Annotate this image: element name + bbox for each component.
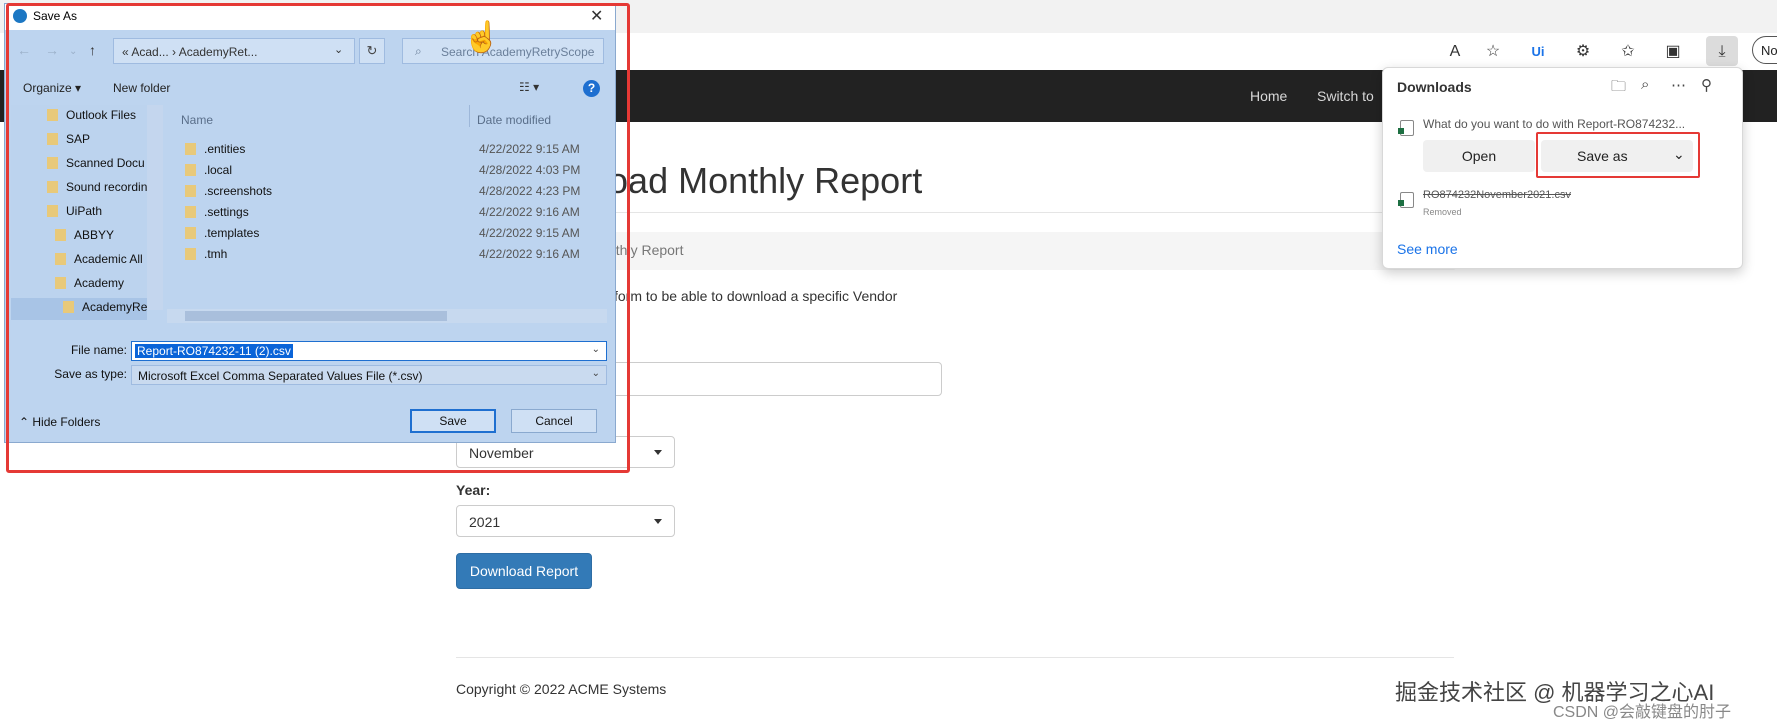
uipath-extension-icon[interactable]: Ui: [1527, 41, 1549, 63]
favorites-icon[interactable]: ✩: [1617, 41, 1639, 63]
year-label: Year:: [456, 482, 491, 498]
search-icon[interactable]: ⌕: [1641, 76, 1649, 93]
read-aloud-icon[interactable]: A: [1444, 41, 1466, 63]
downloads-flyout: Downloads 🗀 ⌕ ⋯ ⚲ What do you want to do…: [1382, 67, 1743, 269]
caret-down-icon: [654, 519, 662, 524]
downloads-title: Downloads: [1397, 79, 1472, 95]
copyright: Copyright © 2022 ACME Systems: [456, 681, 667, 697]
watermark-csdn: CSDN @会敲键盘的肘子: [1553, 704, 1732, 721]
form-description: form to be able to download a specific V…: [614, 288, 898, 304]
download-report-button[interactable]: Download Report: [456, 553, 592, 589]
see-more-link[interactable]: See more: [1397, 241, 1458, 257]
removed-download-name[interactable]: RO874232November2021.csv: [1423, 189, 1571, 201]
profile-label: No: [1761, 43, 1777, 58]
caret-down-icon: [654, 450, 662, 455]
year-select[interactable]: 2021: [456, 505, 675, 537]
downloads-icon: ⤓: [1718, 43, 1726, 60]
more-options-icon[interactable]: ⋯: [1671, 76, 1686, 94]
download-question: What do you want to do with Report-RO874…: [1423, 117, 1686, 131]
extensions-icon[interactable]: ⚙: [1572, 41, 1594, 63]
profile-button[interactable]: No: [1752, 36, 1777, 64]
open-button[interactable]: Open: [1423, 140, 1535, 172]
highlight-box: [6, 3, 630, 473]
removed-status: Removed: [1423, 207, 1462, 217]
footer-divider: [456, 657, 1454, 658]
favorite-add-icon[interactable]: ☆: [1482, 41, 1504, 63]
excel-file-icon: [1398, 120, 1414, 136]
page-title: nload Monthly Report: [580, 160, 923, 201]
highlight-box: [1536, 132, 1700, 178]
collections-icon[interactable]: ▣: [1662, 41, 1684, 63]
nav-link-switch[interactable]: Switch to: [1317, 88, 1374, 104]
pin-icon[interactable]: ⚲: [1701, 76, 1712, 94]
excel-file-icon: [1398, 192, 1414, 208]
nav-link-home[interactable]: Home: [1250, 88, 1287, 104]
year-select-value: 2021: [469, 514, 501, 530]
open-folder-icon[interactable]: 🗀: [1611, 76, 1626, 101]
